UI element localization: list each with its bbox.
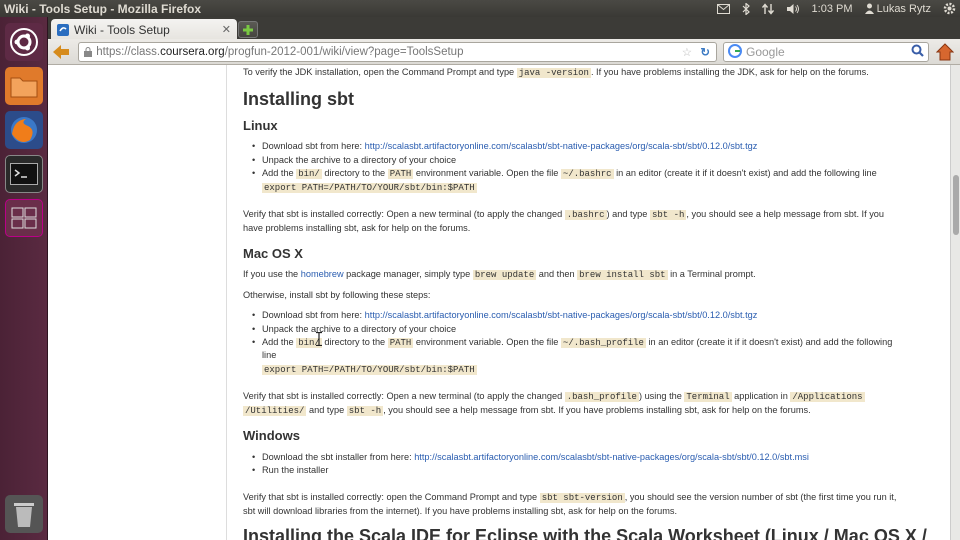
bookmark-star-icon[interactable]: ☆ — [682, 45, 692, 59]
list-item: • Unpack the archive to a directory of yo… — [252, 155, 457, 165]
trash-icon — [14, 503, 34, 527]
windows-verify-line-2: sbt will download libraries from the int… — [243, 506, 678, 516]
export-code-line-mac: export PATH=/PATH/TO/YOUR/sbt/bin:$PATH — [262, 365, 477, 375]
linux-verify-line-1: Verify that sbt is installed correctly: … — [243, 209, 885, 220]
url-prefix: https://class. — [96, 46, 161, 58]
list-item: • Unpack the archive to a directory of yo… — [252, 324, 457, 334]
home-button[interactable] — [935, 42, 955, 62]
mac-otherwise-paragraph: Otherwise, install sbt by following thes… — [243, 290, 431, 300]
tab-wiki-tools-setup[interactable]: Wiki - Tools Setup ✕ — [51, 19, 237, 40]
tab-bar: Wiki - Tools Setup ✕ — [48, 17, 960, 40]
mac-homebrew-paragraph: If you use the homebrew package manager,… — [243, 269, 756, 280]
google-engine-icon[interactable] — [728, 43, 742, 61]
search-input: Google — [746, 45, 785, 59]
url-path: /progfun-2012-001/wiki/view?page=ToolsSe… — [224, 46, 464, 58]
jdk-verify-paragraph: To verify the JDK installation, open the… — [243, 67, 869, 78]
heading-mac-os-x: Mac OS X — [243, 246, 303, 261]
coursera-favicon-icon — [57, 23, 69, 36]
heading-installing-scala-ide: Installing the Scala IDE for Eclipse wit… — [243, 526, 927, 540]
mail-icon[interactable] — [716, 3, 730, 14]
search-icon[interactable] — [911, 44, 924, 60]
window-title: Wiki - Tools Setup - Mozilla Firefox — [4, 1, 202, 16]
search-bar[interactable]: Google — [723, 42, 929, 62]
folder-icon — [10, 77, 38, 98]
course-sidebar — [48, 65, 227, 540]
navigation-toolbar: https://class. coursera.org/progfun-2012-… — [48, 39, 960, 65]
address-bar[interactable]: https://class. coursera.org/progfun-2012-… — [78, 42, 717, 62]
home-icon — [936, 43, 954, 61]
text-cursor-icon — [316, 331, 322, 347]
new-tab-button[interactable] — [238, 21, 258, 38]
workspace-switcher-button[interactable] — [5, 199, 43, 237]
terminal-icon — [10, 163, 38, 185]
heading-windows: Windows — [243, 428, 300, 443]
list-item: • Run the installer — [252, 465, 329, 475]
sbt-msi-link[interactable]: http://scalasbt.artifactoryonline.com/sc… — [414, 452, 809, 462]
list-item: • Add the bin/ directory to the PATH envi… — [252, 337, 893, 348]
plus-icon — [243, 24, 253, 35]
homebrew-link[interactable]: homebrew — [301, 269, 344, 279]
mac-verify-line-2: /Utilities/ and type sbt -h, you should … — [243, 405, 811, 416]
list-item: • Download sbt from here: http://scalasbt… — [252, 141, 758, 151]
sbt-tgz-link[interactable]: http://scalasbt.artifactoryonline.com/sc… — [365, 141, 758, 151]
close-tab-icon[interactable]: ✕ — [222, 23, 231, 36]
list-item: • Add the bin/ directory to the PATH envi… — [252, 168, 877, 179]
volume-icon[interactable] — [786, 3, 800, 15]
user-name: Lukas Rytz — [876, 2, 931, 15]
wiki-content: To verify the JDK installation, open the… — [243, 65, 943, 540]
export-code-line: export PATH=/PATH/TO/YOUR/sbt/bin:$PATH — [262, 183, 477, 193]
bluetooth-icon[interactable] — [742, 2, 750, 15]
gear-icon[interactable] — [943, 2, 956, 15]
user-icon — [864, 3, 874, 14]
back-button[interactable] — [51, 42, 71, 62]
page-viewport: To verify the JDK installation, open the… — [48, 65, 950, 540]
dash-home-button[interactable] — [5, 23, 43, 61]
workspaces-icon — [11, 207, 37, 229]
ubuntu-logo-icon — [10, 28, 38, 56]
scrollbar-thumb[interactable] — [953, 175, 959, 235]
network-icon[interactable] — [761, 2, 774, 15]
list-item: • Download sbt from here: http://scalasbt… — [252, 310, 758, 320]
url-domain: coursera.org — [160, 46, 225, 58]
heading-linux: Linux — [243, 118, 278, 133]
files-launcher-button[interactable] — [5, 67, 43, 105]
site-identity-icon — [84, 46, 92, 57]
terminal-launcher-button[interactable] — [5, 155, 43, 193]
user-menu[interactable]: Lukas Rytz — [864, 2, 931, 15]
inline-code: java -version — [516, 68, 591, 78]
list-item-continuation: line — [262, 350, 277, 360]
reload-icon[interactable]: ↻ — [700, 45, 710, 59]
page-scrollbar[interactable] — [950, 65, 960, 540]
trash-launcher-button[interactable] — [5, 495, 43, 533]
list-item: • Download the sbt installer from here: h… — [252, 452, 809, 462]
clock[interactable]: 1:03 PM — [812, 3, 853, 15]
back-arrow-icon — [53, 45, 69, 59]
tab-label: Wiki - Tools Setup — [74, 22, 170, 37]
heading-installing-sbt: Installing sbt — [243, 89, 355, 109]
windows-verify-line-1: Verify that sbt is installed correctly: … — [243, 492, 897, 503]
firefox-icon — [11, 117, 37, 143]
linux-verify-line-2: have problems installing sbt, ask for he… — [243, 223, 471, 233]
mac-verify-line-1: Verify that sbt is installed correctly: … — [243, 391, 865, 402]
sbt-tgz-link-mac[interactable]: http://scalasbt.artifactoryonline.com/sc… — [365, 310, 758, 320]
top-panel: Wiki - Tools Setup - Mozilla Firefox 1:0… — [0, 0, 960, 17]
launcher — [0, 17, 48, 540]
firefox-launcher-button[interactable] — [5, 111, 43, 149]
